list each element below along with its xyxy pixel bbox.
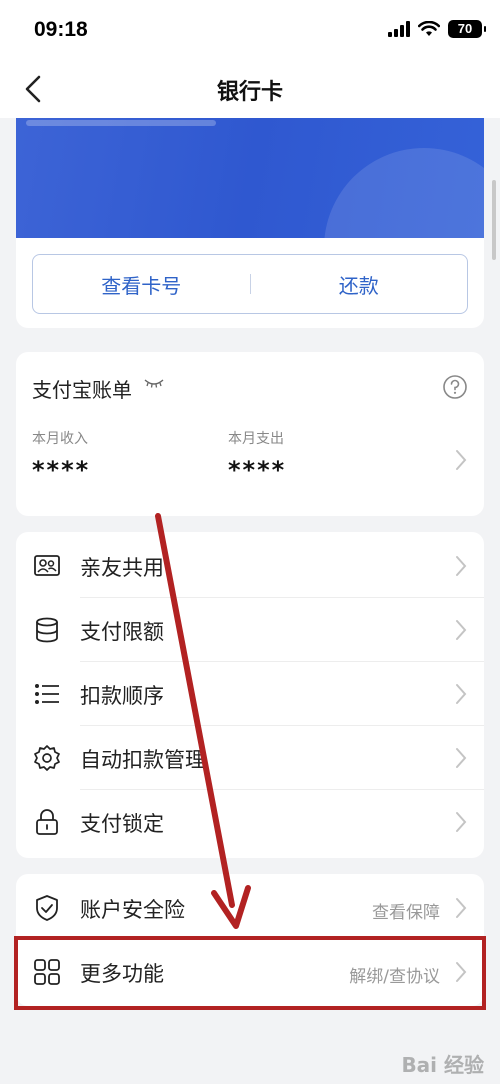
shield-icon — [36, 895, 58, 921]
help-icon[interactable] — [442, 374, 468, 400]
chevron-right-icon — [456, 620, 467, 640]
menu-item-label: 亲友共用 — [80, 556, 164, 580]
gear-icon — [34, 745, 60, 771]
menu-item-account-insurance[interactable]: 账户安全险 查看保障 — [16, 876, 484, 940]
expense-value: **** — [228, 456, 287, 484]
chevron-right-icon — [456, 898, 467, 918]
status-bar: 09:18 70 — [0, 0, 500, 62]
menu-item-label: 账户安全险 — [80, 898, 185, 922]
card-actions: 查看卡号 还款 — [32, 254, 468, 314]
menu-item-label: 支付锁定 — [80, 812, 164, 836]
status-icons: 70 — [388, 20, 486, 38]
expense-label: 本月支出 — [228, 431, 284, 447]
wifi-icon — [418, 21, 440, 36]
menu-item-payment-lock[interactable]: 支付锁定 — [16, 790, 484, 854]
database-icon — [36, 617, 58, 643]
income-label: 本月收入 — [32, 431, 88, 447]
list-icon — [35, 684, 59, 704]
eye-closed-icon[interactable] — [144, 378, 164, 390]
banner-decoration — [324, 148, 484, 238]
card-banner — [16, 118, 484, 238]
highlight-annotation — [14, 936, 486, 1010]
alipay-bill-card[interactable]: 支付宝账单 本月收入 **** 本月支出 **** — [16, 352, 484, 516]
chevron-right-icon — [456, 684, 467, 704]
lock-icon — [36, 809, 58, 835]
menu-item-payment-limit[interactable]: 支付限额 — [16, 598, 484, 662]
status-time: 09:18 — [34, 18, 88, 41]
page-title: 银行卡 — [216, 80, 283, 105]
bank-card: 查看卡号 还款 — [16, 118, 484, 328]
chevron-right-icon — [456, 812, 467, 832]
scrollbar[interactable] — [492, 180, 496, 260]
menu-item-label: 自动扣款管理 — [80, 748, 206, 772]
menu-item-family-share[interactable]: 亲友共用 — [16, 534, 484, 598]
nav-bar: 银行卡 — [0, 62, 500, 118]
view-coverage-link[interactable]: 查看保障 — [372, 898, 440, 923]
signal-icon — [388, 21, 410, 37]
repay-button[interactable]: 还款 — [251, 270, 468, 299]
menu-item-label: 扣款顺序 — [80, 684, 164, 708]
watermark: Bai 经验 — [401, 1053, 484, 1077]
menu-item-deduction-order[interactable]: 扣款顺序 — [16, 662, 484, 726]
menu-item-auto-debit[interactable]: 自动扣款管理 — [16, 726, 484, 790]
chevron-right-icon — [456, 450, 467, 470]
banner-stripe — [26, 120, 216, 126]
battery-indicator: 70 — [448, 20, 486, 38]
settings-list: 亲友共用 支付限额 扣款顺序 自动扣款管理 支付锁定 — [16, 532, 484, 858]
income-value: **** — [32, 456, 91, 484]
bill-title: 支付宝账单 — [32, 378, 132, 402]
menu-item-label: 支付限额 — [80, 620, 164, 644]
users-card-icon — [34, 555, 60, 576]
chevron-right-icon — [456, 748, 467, 768]
view-card-number-button[interactable]: 查看卡号 — [33, 270, 250, 299]
chevron-right-icon — [456, 556, 467, 576]
